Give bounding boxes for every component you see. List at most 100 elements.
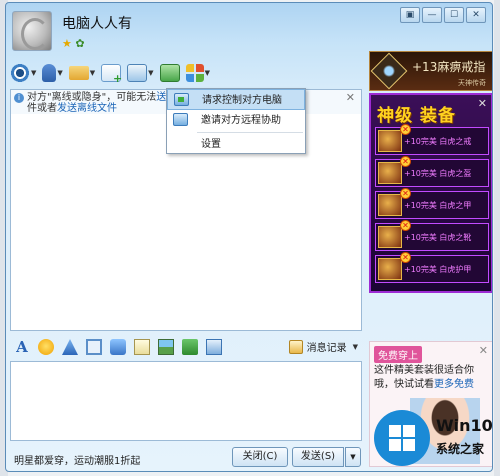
qzone-icon[interactable]: ✿: [75, 37, 84, 50]
close-button[interactable]: 关闭(C): [232, 447, 288, 467]
badge-icon: ✕: [400, 188, 411, 199]
equipment-item[interactable]: ✕ +10完美 白虎之靴: [375, 220, 489, 251]
bottom-bar: 明星都爱穿，运动潮服1折起 关闭(C) 发送(S) ▼: [10, 447, 362, 469]
menu-item-label: 设置: [201, 139, 221, 150]
chevron-down-icon[interactable]: ▼: [57, 69, 62, 77]
menu-item-label: 邀请对方远程协助: [201, 115, 281, 126]
ring-ad-subtitle: 天神传奇: [458, 79, 486, 87]
send-offline-file-link[interactable]: 发送离线文件: [57, 103, 117, 114]
fashion-ad-tag[interactable]: 免费穿上: [374, 346, 422, 363]
equipment-item[interactable]: ✕ +10完美 白虎护甲: [375, 252, 489, 283]
boots-item-icon: [378, 226, 402, 248]
apps-button[interactable]: ▼: [185, 64, 210, 82]
apps-grid-icon: [185, 64, 204, 82]
star-icon[interactable]: ★: [62, 37, 72, 50]
font-icon[interactable]: A: [14, 339, 30, 355]
share-screen-button[interactable]: [159, 64, 180, 82]
equipment-item-label: +10完美 白虎之甲: [404, 201, 472, 210]
history-icon: [288, 339, 303, 354]
voice-message-icon[interactable]: [110, 339, 126, 355]
info-icon: i: [14, 93, 24, 103]
input-toolbar: A 消息记录 ▼: [10, 335, 362, 359]
message-history-button[interactable]: 消息记录 ▼: [288, 339, 358, 354]
send-file-button[interactable]: ▼: [68, 66, 95, 80]
microphone-icon: [42, 64, 57, 82]
chevron-down-icon[interactable]: ▼: [31, 69, 36, 77]
equipment-item-label: +10完美 白虎之盔: [404, 169, 472, 178]
remote-assist-menu: 请求控制对方电脑 邀请对方远程协助 设置: [166, 88, 306, 154]
menu-item-label: 请求控制对方电脑: [202, 95, 282, 106]
equipment-item-label: +10完美 白虎之靴: [404, 233, 472, 242]
badge-icon: ✕: [400, 124, 411, 135]
window-shake-icon[interactable]: [86, 339, 102, 355]
history-label: 消息记录: [306, 343, 347, 354]
minimize-button[interactable]: —: [422, 7, 442, 23]
emoji-icon[interactable]: [38, 339, 54, 355]
window-controls: ▣ — ☐ ✕: [400, 7, 486, 23]
remote-assist-icon: [173, 113, 188, 126]
win10-watermark: Win10 系统之家: [374, 406, 496, 470]
add-discussion-icon: [101, 64, 122, 85]
close-icon[interactable]: ✕: [346, 92, 355, 103]
close-window-button[interactable]: ✕: [466, 7, 486, 23]
menu-item-settings[interactable]: 设置: [167, 134, 305, 155]
notice-text-1: 对方"离线或隐身"，可能无法: [27, 92, 157, 103]
gift-icon[interactable]: [182, 339, 198, 355]
ring-ad-title: +13麻痹戒指: [412, 60, 486, 74]
picture-icon[interactable]: [158, 339, 174, 355]
contact-name[interactable]: 电脑人人有: [62, 13, 132, 33]
windows-logo-icon: [374, 410, 430, 466]
screenshot-icon[interactable]: [206, 339, 222, 355]
message-input[interactable]: [10, 361, 362, 441]
chevron-down-icon[interactable]: ▼: [148, 69, 153, 77]
badge-icon: ✕: [400, 220, 411, 231]
shake-icon[interactable]: [62, 339, 78, 355]
armor-item-icon: [378, 194, 402, 216]
share-screen-icon: [159, 64, 180, 82]
equipment-item[interactable]: ✕ +10完美 白虎之盔: [375, 156, 489, 187]
watermark-subtitle: 系统之家: [436, 442, 485, 456]
close-icon[interactable]: ✕: [479, 344, 488, 357]
remote-desktop-icon: [127, 64, 148, 82]
equipment-item-label: +10完美 白虎护甲: [404, 265, 472, 274]
backdrop-right-edge: [494, 0, 500, 476]
equipment-ad[interactable]: 神级 装备 ✕ ✕ +10完美 白虎之戒 ✕ +10完美 白虎之盔 ✕ +10完…: [369, 93, 492, 293]
equipment-item-label: +10完美 白虎之戒: [404, 137, 472, 146]
chat-toolbar: ▼ ▼ ▼ ▼ ▼: [10, 61, 300, 85]
skin-button[interactable]: ▣: [400, 7, 420, 23]
menu-divider: [197, 132, 303, 133]
voice-call-button[interactable]: ▼: [42, 64, 63, 82]
maximize-button[interactable]: ☐: [444, 7, 464, 23]
badge-icon: ✕: [400, 156, 411, 167]
ad-text-link[interactable]: 明星都爱穿，运动潮服1折起: [14, 452, 140, 467]
menu-item-invite-assist[interactable]: 邀请对方远程协助: [167, 110, 305, 131]
more-free-link[interactable]: 更多免费: [434, 379, 474, 390]
ring-ad-banner[interactable]: +13麻痹戒指 天神传奇: [369, 51, 492, 91]
video-call-button[interactable]: ▼: [10, 64, 36, 82]
menu-item-request-control[interactable]: 请求控制对方电脑: [167, 89, 305, 110]
chevron-down-icon[interactable]: ▼: [205, 69, 210, 77]
guard-item-icon: [378, 258, 402, 280]
chevron-down-icon[interactable]: ▼: [90, 69, 95, 77]
send-options-button[interactable]: ▼: [345, 447, 361, 467]
chevron-down-icon[interactable]: ▼: [353, 343, 358, 351]
fashion-ad-text: 这件精美套装很适合你哦，快试试看更多免费: [374, 364, 492, 392]
remote-assist-button[interactable]: ▼: [127, 64, 154, 82]
equipment-item[interactable]: ✕ +10完美 白虎之戒: [375, 124, 489, 155]
ring-item-icon: [378, 130, 402, 152]
note-icon[interactable]: [134, 339, 150, 355]
status-icons: ★ ✿: [62, 37, 85, 50]
send-button[interactable]: 发送(S): [292, 447, 344, 467]
watermark-title: Win10: [436, 416, 493, 435]
badge-icon: ✕: [400, 252, 411, 263]
create-group-button[interactable]: [101, 64, 122, 85]
equipment-item[interactable]: ✕ +10完美 白虎之甲: [375, 188, 489, 219]
close-icon[interactable]: ✕: [478, 97, 487, 110]
ring-icon: [370, 52, 408, 90]
chat-window: 电脑人人有 ★ ✿ ▣ — ☐ ✕ ▼ ▼ ▼ ▼: [5, 2, 493, 472]
equipment-ad-title: 神级 装备: [377, 106, 456, 126]
helmet-item-icon: [378, 162, 402, 184]
camera-icon: [10, 64, 30, 82]
title-bar[interactable]: 电脑人人有 ★ ✿ ▣ — ☐ ✕: [6, 3, 492, 57]
contact-avatar[interactable]: [12, 11, 52, 51]
